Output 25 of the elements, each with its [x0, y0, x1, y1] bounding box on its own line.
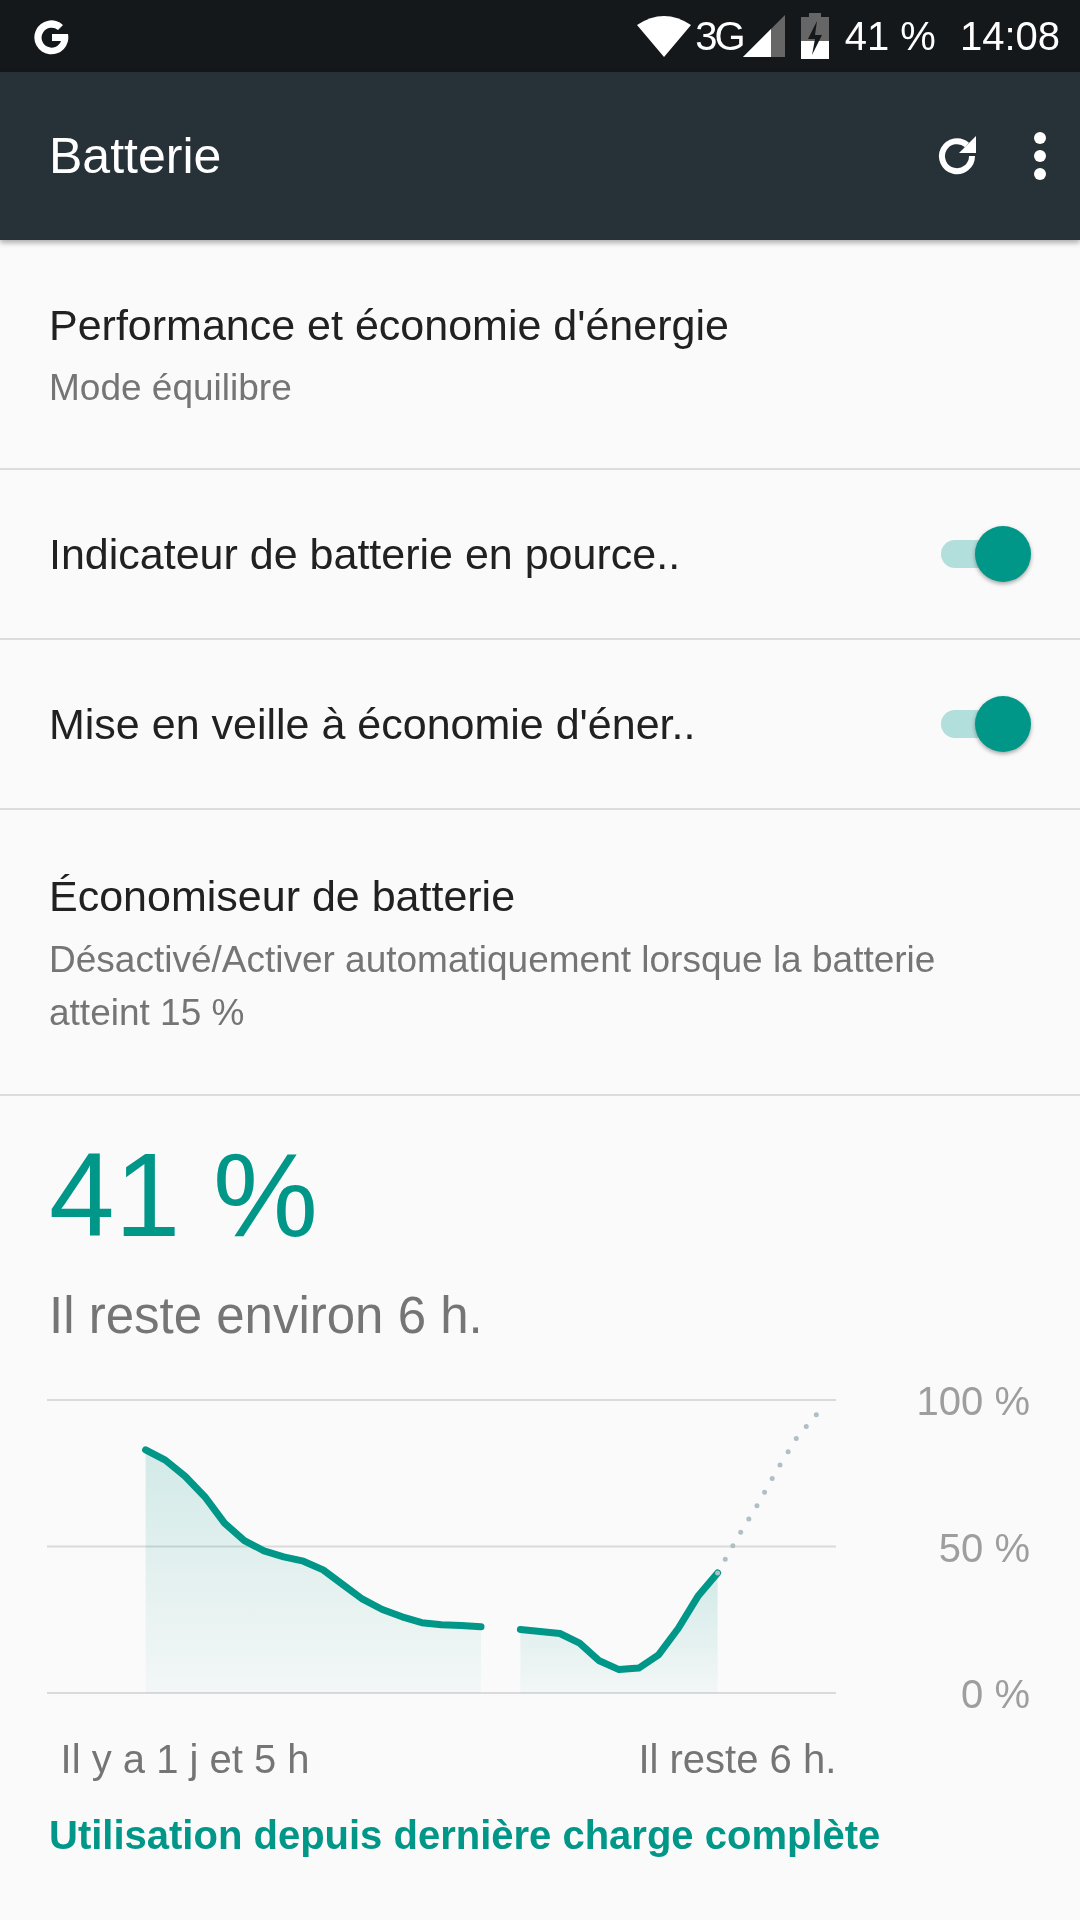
usage-link[interactable]: Utilisation depuis dernière charge complète	[49, 1812, 881, 1857]
app-title: Batterie	[49, 126, 223, 186]
settings-item[interactable]: Mise en veille à économie d'éner..	[0, 640, 1080, 810]
setting-title: Économiseur de batterie	[49, 871, 517, 923]
axis-label: Il reste 6 h.	[638, 1736, 837, 1781]
signal-icon	[742, 15, 785, 57]
setting-title: Mise en veille à économie d'éner..	[49, 698, 697, 750]
settings-item[interactable]: Indicateur de batterie en pource..	[0, 470, 1080, 640]
setting-title: Performance et économie d'énergie	[49, 299, 730, 351]
battery-level: 41 %	[844, 13, 936, 60]
axis-label: 50 %	[938, 1525, 1030, 1569]
axis-label: Il y a 1 j et 5 h	[60, 1736, 310, 1781]
clock: 14:08	[959, 13, 1060, 60]
axis-label: 100 %	[916, 1382, 1030, 1423]
battery-percentage: 41 %	[49, 1136, 319, 1254]
remaining-time: Il reste environ 6 h.	[49, 1286, 484, 1346]
setting-summary: Désactivé/Activer automatiquement lorsque la batterie atteint 15 %	[49, 937, 937, 1036]
settings-item[interactable]: Performance et économie d'énergie Mode équilibre	[0, 240, 1080, 470]
network-type: 3G	[695, 13, 743, 60]
setting-title: Indicateur de batterie en pource..	[49, 528, 682, 580]
settings-item[interactable]: Économiseur de batterie Désactivé/Activer automatiquement lorsque la batterie atteint 15 %	[0, 810, 1080, 1096]
setting-summary: Mode équilibre	[49, 366, 293, 411]
axis-label: 0 %	[961, 1671, 1030, 1716]
wifi-icon	[637, 15, 692, 57]
battery-charging-icon	[800, 13, 829, 59]
